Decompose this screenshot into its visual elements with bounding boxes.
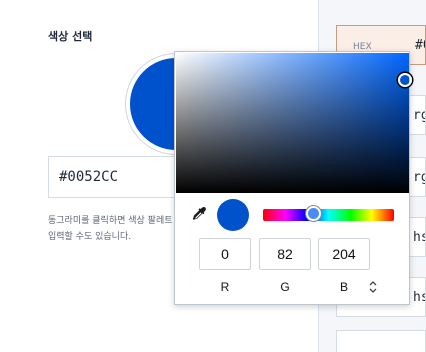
- format-value: #0: [415, 38, 425, 53]
- green-channel-label: G: [280, 280, 290, 294]
- eyedropper-icon[interactable]: [191, 206, 207, 222]
- format-value: rg: [413, 108, 425, 123]
- color-picker-popup: 0 82 204 R G B: [174, 51, 412, 305]
- saturation-value-handle[interactable]: [398, 73, 412, 87]
- format-row-extra[interactable]: [336, 330, 426, 352]
- section-title: 색상 선택: [48, 30, 93, 43]
- current-color-swatch: [217, 199, 249, 231]
- format-value: rg: [413, 170, 425, 185]
- blue-channel-input[interactable]: 204: [318, 238, 370, 270]
- hue-slider-thumb[interactable]: [306, 206, 321, 221]
- chevron-up-down-icon[interactable]: [365, 280, 381, 294]
- red-channel-input[interactable]: 0: [199, 238, 251, 270]
- saturation-value-area[interactable]: [176, 53, 409, 193]
- green-channel-input[interactable]: 82: [259, 238, 311, 270]
- format-value: hs: [413, 290, 425, 305]
- format-value: hs: [413, 230, 425, 245]
- blue-channel-label: B: [339, 280, 348, 294]
- red-channel-label: R: [220, 280, 230, 294]
- hue-slider[interactable]: [263, 209, 394, 221]
